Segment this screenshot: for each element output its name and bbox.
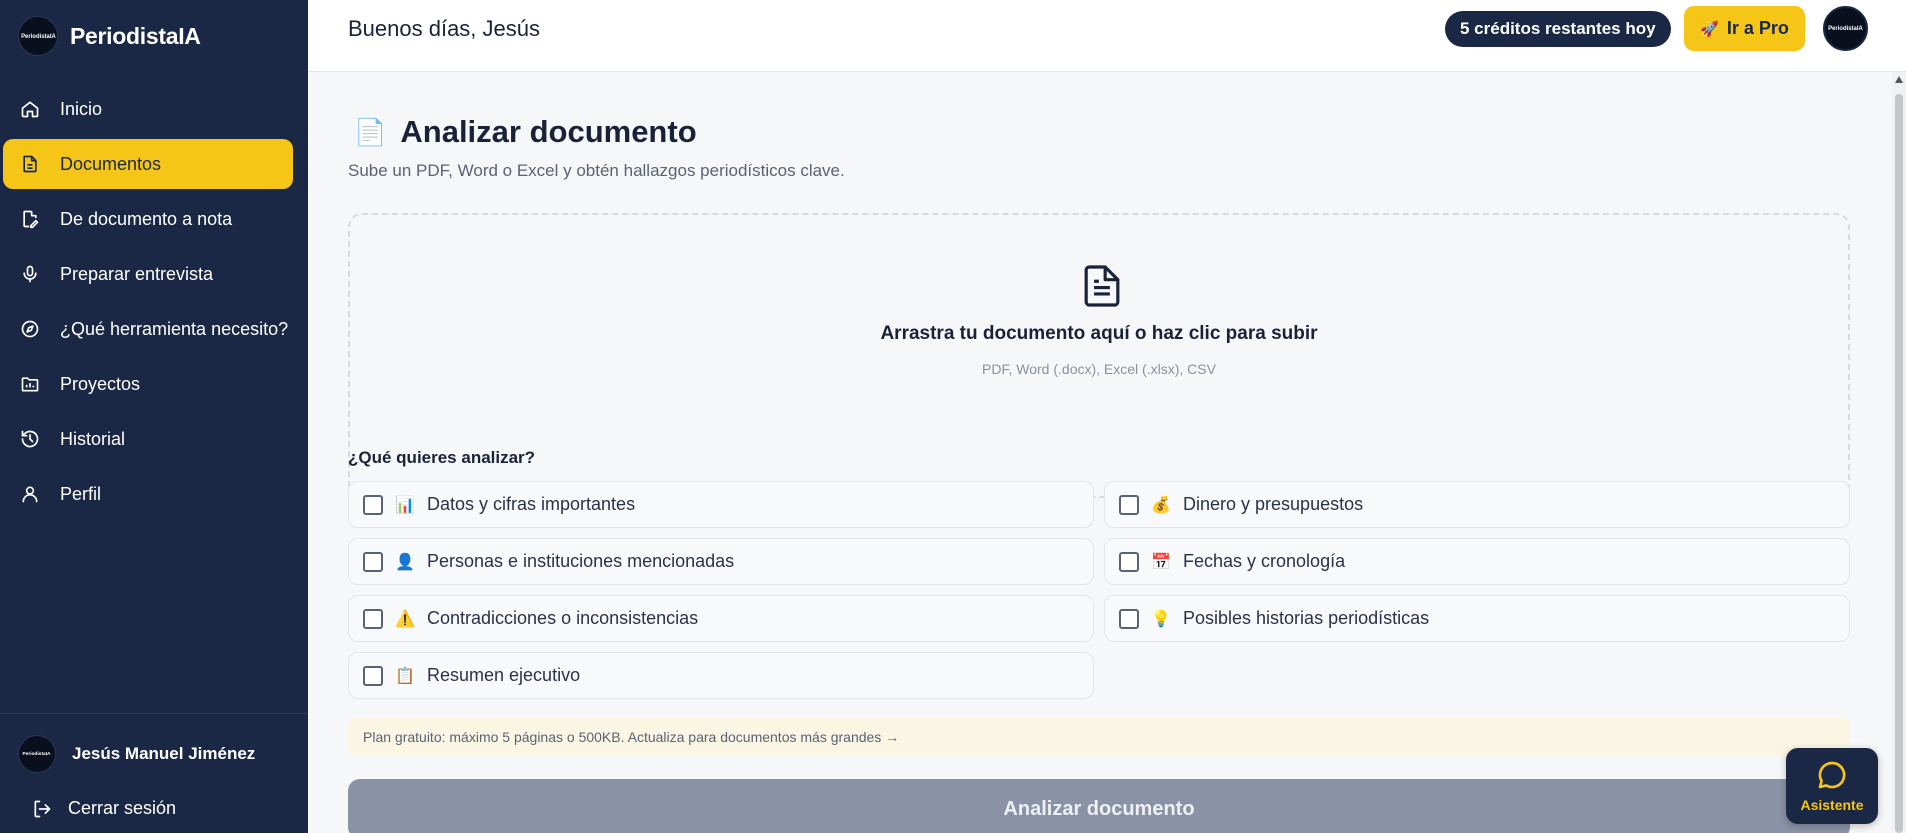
option-dinero-presupuestos[interactable]: 💰 Dinero y presupuestos [1104, 481, 1850, 528]
sidebar-item-historial[interactable]: Historial [0, 414, 308, 464]
file-upload-icon [1084, 265, 1120, 307]
sidebar-item-label: Preparar entrevista [60, 263, 214, 284]
page-title: 📄 Analizar documento [354, 114, 697, 150]
option-historias-periodisticas[interactable]: 💡 Posibles historias periodísticas [1104, 595, 1850, 642]
avatar: PeriodistaIA [18, 735, 56, 773]
option-personas-instituciones[interactable]: 👤 Personas e instituciones mencionadas [348, 538, 1094, 585]
chart-folder-icon [20, 374, 40, 394]
option-label: Personas e instituciones mencionadas [427, 551, 735, 571]
main-content: 📄 Analizar documento Sube un PDF, Word o… [308, 72, 1892, 833]
avatar-text: PeriodistaIA [22, 751, 51, 757]
history-icon [20, 429, 40, 449]
lightbulb-icon: 💡 [1151, 610, 1171, 628]
document-icon [20, 154, 40, 174]
file-dropzone[interactable]: Arrastra tu documento aquí o haz clic pa… [348, 213, 1850, 498]
document-icon: 📄 [354, 116, 387, 147]
greeting: Buenos días, Jesús [348, 16, 541, 41]
user-profile[interactable]: PeriodistaIA Jesús Manuel Jiménez [18, 735, 255, 773]
scroll-thumb[interactable] [1895, 94, 1903, 833]
page-subtitle: Sube un PDF, Word o Excel y obtén hallaz… [348, 161, 845, 180]
checkbox[interactable] [1119, 494, 1139, 515]
top-bar: Buenos días, Jesús 5 créditos restantes … [308, 0, 1906, 72]
avatar[interactable]: PeriodistaIA [1823, 6, 1868, 51]
assistant-button[interactable]: Asistente [1786, 748, 1878, 824]
dropzone-text: Arrastra tu documento aquí o haz clic pa… [880, 323, 1318, 344]
sidebar-item-label: De documento a nota [60, 208, 233, 229]
checkbox[interactable] [363, 608, 383, 629]
dropzone-hint: PDF, Word (.docx), Excel (.xlsx), CSV [982, 361, 1216, 377]
option-resumen-ejecutivo[interactable]: 📋 Resumen ejecutivo [348, 652, 1094, 699]
plan-notice[interactable]: Plan gratuito: máximo 5 páginas o 500KB.… [348, 718, 1850, 756]
sidebar-item-preparar-entrevista[interactable]: Preparar entrevista [0, 249, 308, 299]
microphone-icon [20, 264, 40, 284]
page-title-text: Analizar documento [400, 114, 697, 149]
brand-name: PeriodistaIA [70, 22, 201, 49]
clipboard-icon: 📋 [395, 667, 415, 685]
sidebar-item-label: Proyectos [60, 373, 141, 394]
scroll-up-arrow-icon[interactable] [1895, 76, 1903, 83]
option-datos-cifras[interactable]: 📊 Datos y cifras importantes [348, 481, 1094, 528]
assistant-label: Asistente [1800, 797, 1864, 813]
sidebar-item-label: Historial [60, 428, 126, 449]
calendar-icon: 📅 [1151, 553, 1171, 571]
option-contradicciones[interactable]: ⚠️ Contradicciones o inconsistencias [348, 595, 1094, 642]
option-label: Dinero y presupuestos [1183, 494, 1364, 514]
person-icon: 👤 [395, 553, 415, 571]
user-name: Jesús Manuel Jiménez [72, 744, 256, 763]
go-pro-button[interactable]: 🚀 Ir a Pro [1684, 6, 1805, 51]
option-label: Resumen ejecutivo [427, 665, 581, 685]
money-bag-icon: 💰 [1151, 496, 1171, 514]
sidebar-item-label: Documentos [60, 153, 162, 174]
checkbox[interactable] [363, 665, 383, 686]
bar-chart-icon: 📊 [395, 496, 415, 514]
option-label: Fechas y cronología [1183, 551, 1346, 571]
user-icon [20, 484, 40, 504]
sidebar-item-inicio[interactable]: Inicio [0, 84, 308, 134]
sidebar-nav: Inicio Documentos De documento a nota Pr… [0, 84, 308, 524]
sidebar-item-documentos[interactable]: Documentos [3, 139, 293, 189]
warning-icon: ⚠️ [395, 610, 415, 628]
brand-logo: PeriodistaIA [18, 16, 58, 56]
option-fechas-cronologia[interactable]: 📅 Fechas y cronología [1104, 538, 1850, 585]
checkbox[interactable] [1119, 551, 1139, 572]
home-icon [20, 99, 40, 119]
sidebar-item-perfil[interactable]: Perfil [0, 469, 308, 519]
logout-icon [32, 799, 52, 819]
checkbox[interactable] [363, 551, 383, 572]
sidebar-divider [0, 713, 308, 714]
sidebar-item-label: Inicio [60, 98, 103, 119]
sidebar-item-documento-a-nota[interactable]: De documento a nota [0, 194, 308, 244]
logout-label: Cerrar sesión [68, 798, 177, 818]
credits-badge: 5 créditos restantes hoy [1445, 11, 1671, 47]
checkbox[interactable] [363, 494, 383, 515]
avatar-text: PeriodistaIA [1828, 25, 1863, 32]
option-label: Datos y cifras importantes [427, 494, 636, 514]
plan-notice-text: Plan gratuito: máximo 5 páginas o 500KB.… [363, 729, 900, 745]
rocket-icon: 🚀 [1700, 20, 1719, 38]
option-label: Posibles historias periodísticas [1183, 608, 1430, 628]
scrollbar[interactable] [1892, 72, 1906, 833]
compass-icon [20, 319, 40, 339]
sidebar-item-label: Perfil [60, 483, 102, 504]
sidebar: PeriodistaIA PeriodistaIA Inicio Documen… [0, 0, 308, 833]
chat-bubble-icon [1818, 761, 1846, 789]
go-pro-label: Ir a Pro [1726, 18, 1789, 38]
option-label: Contradicciones o inconsistencias [427, 608, 699, 628]
sidebar-item-label: ¿Qué herramienta necesito? [60, 318, 289, 339]
sidebar-item-que-herramienta[interactable]: ¿Qué herramienta necesito? [0, 304, 308, 354]
analysis-question: ¿Qué quieres analizar? [348, 448, 536, 467]
brand-logo-text: PeriodistaIA [20, 33, 56, 39]
checkbox[interactable] [1119, 608, 1139, 629]
analyze-button[interactable]: Analizar documento [348, 779, 1850, 833]
brand[interactable]: PeriodistaIA PeriodistaIA [18, 16, 201, 56]
document-edit-icon [20, 209, 40, 229]
logout-button[interactable]: Cerrar sesión [32, 798, 176, 819]
sidebar-item-proyectos[interactable]: Proyectos [0, 359, 308, 409]
